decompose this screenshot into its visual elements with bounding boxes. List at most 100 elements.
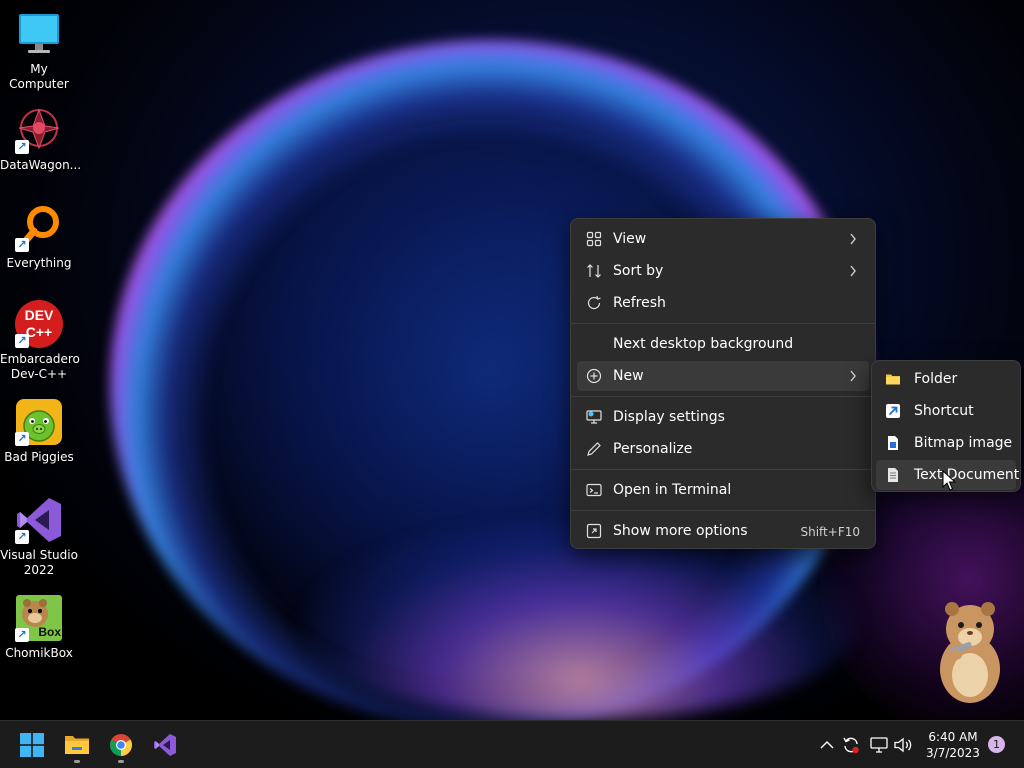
refresh-icon — [586, 295, 602, 311]
chevron-up-icon — [817, 740, 837, 759]
desktop-icon-bad-piggies[interactable]: ↗ Bad Piggies — [0, 398, 78, 465]
menu-item-label: Display settings — [613, 409, 725, 425]
tray-overflow-button[interactable] — [817, 735, 837, 755]
hamster-mascot[interactable] — [930, 595, 1010, 705]
terminal-icon — [586, 482, 602, 498]
shortcut-arrow-icon: ↗ — [15, 628, 29, 642]
submenu-item-shortcut[interactable]: Shortcut — [876, 396, 1016, 426]
desktop-icon-label: Bad Piggies — [4, 450, 74, 464]
desktop-icon-datawagon[interactable]: ↗ DataWagon... — [0, 106, 82, 173]
running-indicator — [74, 760, 80, 763]
submenu-item-label: Bitmap image — [914, 435, 1013, 451]
chevron-right-icon — [849, 265, 857, 277]
shortcut-arrow-icon: ↗ — [15, 140, 29, 154]
chomikbox-icon-text: Box — [38, 625, 61, 639]
menu-item-label: Personalize — [613, 441, 693, 457]
menu-separator — [571, 510, 875, 511]
menu-item-sort-by[interactable]: Sort by — [577, 256, 869, 286]
bitmap-icon — [885, 435, 901, 451]
submenu-item-label: Folder — [914, 371, 958, 387]
submenu-item-label: Text Document — [914, 467, 1020, 483]
keyboard-shortcut: Shift+F10 — [800, 525, 860, 539]
shortcut-arrow-icon: ↗ — [15, 238, 29, 252]
more-options-icon — [586, 523, 602, 539]
desktop-icon-chomikbox[interactable]: Box ↗ ChomikBox — [0, 594, 78, 661]
volume-icon — [893, 737, 913, 759]
tray-volume-button[interactable] — [893, 735, 913, 755]
folder-icon — [885, 371, 901, 387]
desktop-icon-devcpp[interactable]: DEV C++ ↗ Embarcadero Dev-C++ — [0, 300, 80, 382]
shortcut-arrow-icon: ↗ — [15, 432, 29, 446]
file-explorer-icon — [64, 733, 90, 761]
tray-network-button[interactable] — [869, 735, 889, 755]
menu-item-next-desktop-background[interactable]: Next desktop background — [577, 329, 869, 359]
submenu-item-label: Shortcut — [914, 403, 974, 419]
taskbar-visual-studio-button[interactable] — [147, 727, 183, 763]
desktop-icon-everything[interactable]: ↗ Everything — [0, 204, 78, 271]
datawagon-icon: ↗ — [15, 106, 63, 154]
chevron-right-icon — [849, 370, 857, 382]
mouse-cursor-icon — [942, 469, 957, 492]
pig-icon: ↗ — [15, 398, 63, 446]
menu-item-label: Next desktop background — [613, 336, 794, 352]
menu-separator — [571, 469, 875, 470]
menu-item-label: Open in Terminal — [613, 482, 732, 498]
display-icon — [586, 409, 602, 425]
desktop-icon-label: Embarcadero Dev-C++ — [0, 352, 80, 381]
menu-item-label: Show more options — [613, 523, 748, 539]
pen-icon — [586, 441, 602, 457]
menu-separator — [571, 396, 875, 397]
wallpaper-glow-bottom — [300, 520, 860, 720]
monitor-icon — [15, 10, 63, 58]
desktop-icon-label: ChomikBox — [5, 646, 73, 660]
sort-icon — [586, 263, 602, 279]
text-document-icon — [885, 467, 901, 483]
desktop-icon-label: Visual Studio 2022 — [0, 548, 78, 577]
running-indicator — [118, 760, 124, 763]
menu-item-label: New — [613, 368, 644, 384]
clock-date: 3/7/2023 — [926, 746, 980, 760]
desktop-icon-label: My Computer — [9, 62, 69, 91]
network-icon — [869, 737, 889, 759]
shortcut-arrow-icon: ↗ — [15, 334, 29, 348]
clock-time: 6:40 AM — [928, 730, 978, 744]
submenu-item-folder[interactable]: Folder — [876, 364, 1016, 394]
chevron-right-icon — [849, 233, 857, 245]
devcpp-icon: DEV C++ ↗ — [15, 300, 63, 348]
menu-item-refresh[interactable]: Refresh — [577, 288, 869, 318]
menu-item-label: View — [613, 231, 647, 247]
menu-item-open-in-terminal[interactable]: Open in Terminal — [577, 475, 869, 505]
menu-item-show-more-options[interactable]: Show more options Shift+F10 — [577, 516, 869, 546]
desktop-icon-my-computer[interactable]: My Computer — [0, 10, 78, 92]
menu-item-display-settings[interactable]: Display settings — [577, 402, 869, 432]
visual-studio-icon: ↗ — [15, 496, 63, 544]
desktop-icon-visual-studio[interactable]: ↗ Visual Studio 2022 — [0, 496, 78, 578]
magnifier-icon: ↗ — [15, 204, 63, 252]
submenu-item-bitmap-image[interactable]: Bitmap image — [876, 428, 1016, 458]
sync-icon — [841, 737, 861, 759]
windows-start-icon — [20, 733, 44, 761]
grid-icon — [586, 231, 602, 247]
desktop-context-menu: View Sort by Refresh Next desktop backgr… — [570, 218, 876, 549]
taskbar: 6:40 AM 3/7/2023 1 — [0, 720, 1024, 768]
hamster-icon: Box ↗ — [15, 594, 63, 642]
desktop-icon-label: Everything — [6, 256, 72, 270]
visual-studio-icon — [153, 733, 177, 761]
taskbar-clock[interactable]: 6:40 AM 3/7/2023 — [918, 729, 988, 761]
plus-circle-icon — [586, 368, 602, 384]
taskbar-file-explorer-button[interactable] — [59, 727, 95, 763]
shortcut-icon — [885, 403, 901, 419]
shortcut-arrow-icon: ↗ — [15, 530, 29, 544]
menu-item-label: Sort by — [613, 263, 664, 279]
menu-item-view[interactable]: View — [577, 224, 869, 254]
menu-item-new[interactable]: New — [577, 361, 869, 391]
taskbar-chrome-button[interactable] — [103, 727, 139, 763]
chrome-icon — [109, 733, 133, 761]
notification-badge[interactable]: 1 — [988, 736, 1005, 753]
desktop-icon-label: DataWagon... — [0, 158, 82, 172]
menu-separator — [571, 323, 875, 324]
taskbar-start-button[interactable] — [14, 727, 50, 763]
menu-item-personalize[interactable]: Personalize — [577, 434, 869, 464]
tray-sync-button[interactable] — [841, 735, 861, 755]
menu-item-label: Refresh — [613, 295, 666, 311]
